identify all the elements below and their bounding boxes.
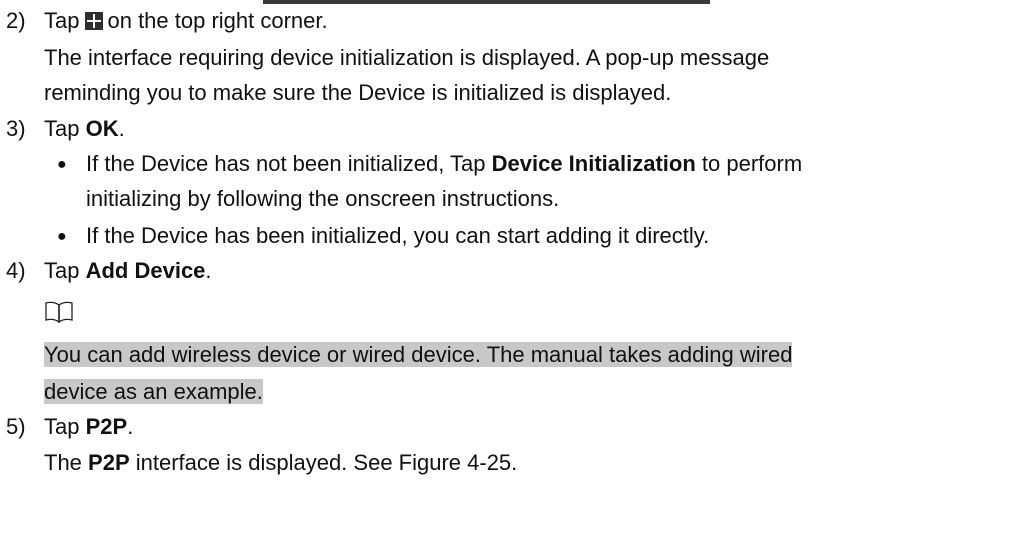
step-number: 5) bbox=[6, 414, 26, 439]
step-text: Tap bbox=[44, 414, 86, 439]
top-figure-edge bbox=[263, 0, 710, 4]
bullet-icon: ● bbox=[57, 228, 67, 245]
plus-icon bbox=[85, 12, 104, 30]
step-number: 4) bbox=[6, 258, 26, 283]
step-text: Tap bbox=[44, 8, 80, 33]
bullet-text: If the Device has not been initialized, … bbox=[86, 151, 492, 176]
step-text: . bbox=[127, 414, 134, 439]
result-bold-text: P2P bbox=[88, 450, 130, 475]
step-text: Tap bbox=[44, 116, 86, 141]
step-bold-text: P2P bbox=[85, 414, 128, 439]
result-text: interface is displayed. See Figure 4-25. bbox=[129, 450, 518, 475]
step-bold-text: OK bbox=[85, 116, 119, 141]
step-2-result-line-2: reminding you to make sure the Device is… bbox=[44, 80, 672, 105]
bullet-text: to perform bbox=[695, 151, 803, 176]
step-number: 3) bbox=[6, 116, 26, 141]
step-text: . bbox=[118, 116, 125, 141]
note-text: You can add wireless device or wired dev… bbox=[44, 342, 793, 367]
step-bold-text: Add Device bbox=[85, 258, 206, 283]
bullet-text: If the Device has been initialized, you … bbox=[86, 223, 710, 248]
bullet-icon: ● bbox=[57, 156, 67, 173]
book-icon bbox=[45, 301, 73, 323]
note-line-2: device as an example. bbox=[44, 379, 263, 405]
note-text: device as an example. bbox=[44, 379, 263, 404]
bullet-continuation: initializing by following the onscreen i… bbox=[86, 186, 560, 211]
bullet-bold-text: Device Initialization bbox=[491, 151, 696, 176]
step-5-result: The P2P interface is displayed. See Figu… bbox=[44, 450, 517, 476]
step-text: on the top right corner. bbox=[107, 8, 328, 33]
step-text: . bbox=[205, 258, 212, 283]
result-text: The bbox=[44, 450, 89, 475]
step-2-result-line-1: The interface requiring device initializ… bbox=[44, 45, 770, 70]
step-text: Tap bbox=[44, 258, 86, 283]
step-number: 2) bbox=[6, 8, 26, 33]
note-line-1: You can add wireless device or wired dev… bbox=[44, 342, 793, 368]
